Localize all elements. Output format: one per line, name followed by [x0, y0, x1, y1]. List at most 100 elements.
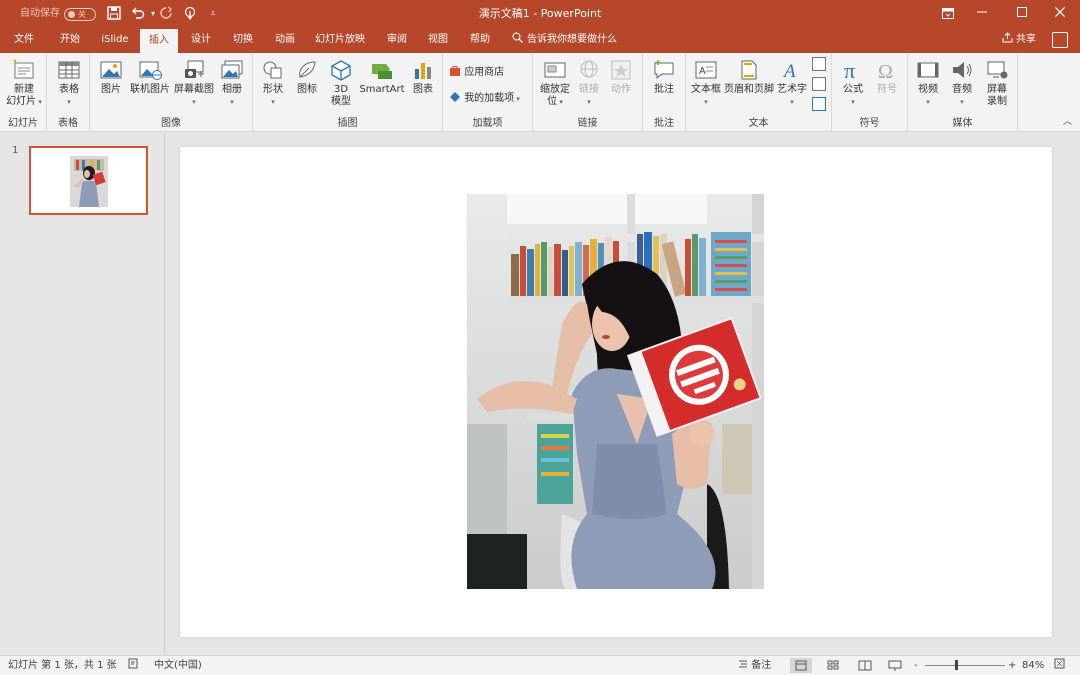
tab-home[interactable]: 开始: [50, 28, 90, 53]
store-button[interactable]: 应用商店: [449, 65, 504, 80]
textbox-button[interactable]: A 文本框 ▾: [690, 59, 722, 108]
equation-button[interactable]: π 公式 ▾: [838, 59, 868, 108]
group-addins: 应用商店 我的加载项 ▾ 加载项: [443, 53, 533, 132]
album-icon: [221, 60, 243, 79]
audio-button[interactable]: 音频 ▾: [946, 59, 978, 108]
album-label: 相册: [222, 84, 242, 95]
tab-transitions[interactable]: 切换: [224, 28, 262, 53]
slide-thumbnails-pane: 1: [0, 133, 165, 655]
zoom-label: 缩放定: [540, 84, 570, 95]
slideshow-icon[interactable]: [884, 658, 906, 673]
date-time-icon[interactable]: [812, 57, 826, 71]
powerpoint-window: 自动保存 关 ▾ ⩡ 演示文稿1 - PowerPoint 文件 开始 iSli…: [0, 0, 1080, 675]
ribbon-insert: 新建 幻灯片 ▾ 幻灯片 表格 ▾ 表格 图片 联机图片 屏幕截图 ▾ 相册 ▾…: [0, 53, 1080, 132]
zoom-in-button[interactable]: +: [1008, 656, 1016, 675]
screenshot-button[interactable]: 屏幕截图 ▾: [172, 59, 216, 108]
tell-me-box[interactable]: 告诉我你想要做什么: [512, 28, 617, 53]
action-icon: [611, 60, 631, 80]
speaker-icon: [953, 62, 972, 78]
lightbulb-icon: [512, 32, 523, 43]
group-images: 图片 联机图片 屏幕截图 ▾ 相册 ▾ 图像: [90, 53, 253, 132]
slide-thumbnail[interactable]: [29, 146, 148, 215]
group-label: 链接: [577, 118, 598, 129]
group-label: 批注: [654, 118, 674, 129]
minimize-icon[interactable]: [962, 0, 1002, 28]
table-icon: [58, 61, 80, 79]
group-media: 视频 ▾ 音频 ▾ 屏幕 录制 媒体: [908, 53, 1018, 132]
link-button[interactable]: 链接 ▾: [575, 59, 603, 108]
online-picture-button[interactable]: 联机图片: [128, 59, 172, 96]
tab-animations[interactable]: 动画: [266, 28, 304, 53]
collapse-ribbon-icon[interactable]: ︿: [1063, 114, 1072, 127]
omega-icon: Ω: [878, 61, 893, 81]
slide-info: 幻灯片 第 1 张，共 1 张: [8, 660, 117, 671]
comment-button[interactable]: 批注: [649, 59, 679, 96]
smartart-button[interactable]: SmartArt: [359, 59, 405, 96]
tab-review[interactable]: 审阅: [378, 28, 416, 53]
comments-icon[interactable]: [1052, 32, 1068, 48]
fit-to-window-icon[interactable]: [1054, 656, 1065, 675]
screen-record-label: 屏幕: [987, 84, 1007, 95]
picture-button[interactable]: 图片: [98, 59, 124, 96]
3d-model-button[interactable]: 3D 模型: [327, 59, 355, 108]
symbol-label: 符号: [877, 84, 897, 95]
icons-icon: [299, 61, 316, 78]
header-footer-icon: [741, 60, 757, 80]
zoom-label2: 位: [547, 96, 558, 107]
group-label: 表格: [58, 118, 78, 129]
tab-islide[interactable]: iSlide: [96, 28, 134, 53]
close-icon[interactable]: [1040, 0, 1080, 28]
album-button[interactable]: 相册 ▾: [218, 59, 246, 108]
action-button[interactable]: 动作: [607, 59, 635, 96]
link-label: 链接: [579, 84, 599, 95]
zoom-slider-thumb[interactable]: [955, 660, 958, 670]
tab-view[interactable]: 视图: [420, 28, 456, 53]
my-addins-button[interactable]: 我的加载项 ▾: [449, 91, 520, 106]
notes-button[interactable]: 备注: [738, 656, 771, 675]
chart-button[interactable]: 图表: [409, 59, 437, 96]
slide-canvas[interactable]: [180, 147, 1052, 637]
title-bar: 自动保存 关 ▾ ⩡ 演示文稿1 - PowerPoint: [0, 0, 1080, 28]
tab-file[interactable]: 文件: [4, 28, 44, 53]
zoom-button[interactable]: 缩放定位 ▾: [537, 59, 573, 108]
svg-text:Ω: Ω: [878, 61, 893, 81]
normal-view-icon[interactable]: [790, 658, 812, 673]
zoom-percent[interactable]: 84%: [1022, 656, 1044, 675]
group-comments: 批注 批注: [643, 53, 686, 132]
group-slides: 新建 幻灯片 ▾ 幻灯片: [0, 53, 47, 132]
tab-design[interactable]: 设计: [182, 28, 220, 53]
new-slide-button[interactable]: 新建 幻灯片 ▾: [4, 59, 44, 108]
group-illustrations: 形状 ▾ 图标 3D 模型 SmartArt 图表 插图: [253, 53, 443, 132]
accessibility-icon[interactable]: [128, 656, 139, 675]
slide-editor: [166, 133, 1080, 655]
slide-number-icon[interactable]: [812, 77, 826, 91]
tab-slideshow[interactable]: 幻灯片放映: [308, 28, 372, 53]
video-label: 视频: [918, 84, 938, 95]
zoom-slider[interactable]: [925, 665, 1005, 666]
video-button[interactable]: 视频 ▾: [912, 59, 944, 108]
slide-photo[interactable]: [467, 194, 764, 589]
object-icon[interactable]: [812, 97, 826, 111]
slide-sorter-icon[interactable]: [822, 658, 844, 673]
share-button[interactable]: 共享: [1002, 28, 1036, 53]
icons-button[interactable]: 图标: [293, 59, 321, 96]
wordart-button[interactable]: A 艺术字 ▾: [776, 59, 808, 108]
new-slide-icon: [13, 59, 34, 79]
maximize-icon[interactable]: [1002, 0, 1042, 28]
screen-record-button[interactable]: 屏幕 录制: [980, 59, 1014, 108]
header-footer-button[interactable]: 页眉和页脚: [724, 59, 774, 96]
shapes-button[interactable]: 形状 ▾: [259, 59, 287, 108]
language-indicator[interactable]: 中文(中国): [154, 656, 202, 675]
tab-insert[interactable]: 插入: [140, 29, 178, 53]
table-button[interactable]: 表格 ▾: [52, 59, 86, 108]
zoom-out-button[interactable]: -: [914, 656, 918, 675]
symbol-button[interactable]: Ω 符号: [872, 59, 902, 96]
svg-text:π: π: [844, 59, 855, 81]
group-links: 缩放定位 ▾ 链接 ▾ 动作 链接: [533, 53, 643, 132]
status-bar: 幻灯片 第 1 张，共 1 张 中文(中国) 备注 - + 84%: [0, 655, 1080, 675]
reading-view-icon[interactable]: [854, 658, 876, 673]
cube-icon: [331, 60, 351, 81]
icons-label: 图标: [297, 84, 317, 95]
group-label: 符号: [859, 118, 880, 129]
tab-help[interactable]: 帮助: [462, 28, 498, 53]
